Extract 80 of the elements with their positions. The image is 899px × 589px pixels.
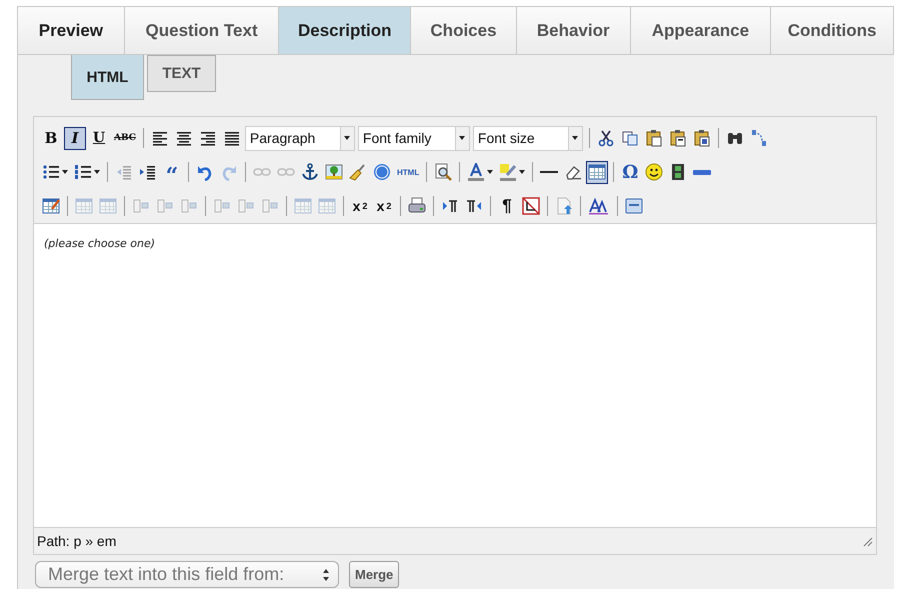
table-icon	[588, 163, 606, 181]
tab[interactable]: Description	[279, 7, 412, 54]
left-to-right-icon	[441, 197, 459, 215]
caret-icon	[62, 170, 68, 174]
broom-icon	[349, 163, 367, 181]
toolbar-button[interactable]	[520, 194, 542, 218]
clipboard-icon	[644, 129, 663, 147]
toolbar-button[interactable]: Ω	[619, 160, 642, 184]
right-to-left-icon	[465, 197, 483, 215]
resize-grip-icon[interactable]	[861, 535, 873, 547]
toolbar-button[interactable]: B	[40, 126, 62, 150]
toolbar-dropdown[interactable]: Paragraph	[244, 126, 355, 150]
table-icon	[99, 197, 117, 215]
toolbar-button[interactable]: I	[64, 126, 86, 150]
justify-icon	[222, 129, 241, 147]
merge-button[interactable]: Merge	[349, 561, 400, 588]
toolbar-button[interactable]: U	[88, 126, 110, 150]
bullet-list-icon	[42, 163, 60, 181]
styles-icon	[588, 197, 610, 215]
printer-icon	[408, 197, 426, 215]
tab[interactable]: Appearance	[630, 7, 772, 54]
numbered-list-icon	[74, 163, 92, 181]
indent-icon	[139, 163, 157, 181]
table-row-icon	[156, 197, 174, 215]
anchor-icon	[301, 163, 319, 181]
editor-text: (please choose one)	[44, 237, 156, 250]
toolbar-button[interactable]: ¶	[496, 194, 518, 218]
crossed-out-icon	[522, 197, 540, 215]
toolbar-button[interactable]	[586, 160, 608, 184]
mode-tab[interactable]: HTML	[71, 55, 144, 100]
align-center-icon	[174, 129, 193, 147]
element-path: Path: p » em	[37, 533, 116, 549]
outdent-icon	[115, 163, 133, 181]
table-edit-icon	[42, 197, 60, 215]
toolbar-button[interactable]: x$^{2}$	[373, 194, 395, 218]
replace-icon	[750, 129, 768, 147]
caret-icon	[344, 136, 350, 140]
clipboard-icon	[668, 129, 687, 147]
toolbar-button[interactable]: ABC	[112, 126, 138, 150]
table-icon	[318, 197, 336, 215]
scissors-icon	[596, 129, 615, 147]
align-left-icon	[150, 129, 169, 147]
copy-icon	[620, 129, 639, 147]
tab[interactable]: Behavior	[516, 7, 631, 54]
template-icon	[625, 197, 643, 215]
page-arrow-icon	[555, 197, 573, 215]
clipboard-icon	[692, 129, 711, 147]
toolbar-button[interactable]	[643, 160, 666, 184]
table-icon	[294, 197, 312, 215]
table-row-icon	[180, 197, 198, 215]
stepper-icon	[322, 568, 330, 582]
align-right-icon	[198, 129, 217, 147]
minus-bar-icon	[693, 170, 712, 174]
caret-icon	[519, 170, 526, 174]
caret-icon	[459, 136, 466, 140]
mode-tab[interactable]: TEXT	[147, 55, 216, 92]
smiley-icon	[645, 163, 664, 181]
toolbar-button[interactable]: HTML	[395, 160, 422, 184]
tab[interactable]: Preview	[18, 7, 125, 54]
tab[interactable]: Question Text	[124, 7, 280, 54]
table-icon	[75, 197, 93, 215]
table-row-icon	[261, 197, 279, 215]
caret-icon	[94, 170, 100, 174]
text-color-icon	[467, 163, 486, 181]
caret-icon	[572, 136, 578, 140]
table-row-icon	[132, 197, 150, 215]
editor-content-area[interactable]: (please choose one)	[34, 223, 876, 528]
table-row-icon	[237, 197, 255, 215]
tab[interactable]: Choices	[411, 7, 517, 54]
caret-icon	[487, 170, 494, 174]
toolbar-dropdown[interactable]: Font family	[358, 126, 470, 150]
tab[interactable]: Conditions	[771, 7, 893, 54]
tree-picture-icon	[325, 163, 343, 181]
table-row-icon	[213, 197, 231, 215]
magnifier-page-icon	[434, 163, 452, 181]
toolbar-dropdown[interactable]: Font size	[472, 126, 583, 150]
highlighter-icon	[499, 163, 518, 181]
toolbar-button[interactable]: “	[161, 160, 183, 184]
merge-source-select[interactable]: Merge text into this field from:	[35, 561, 339, 588]
horizontal-line-icon	[540, 171, 558, 173]
